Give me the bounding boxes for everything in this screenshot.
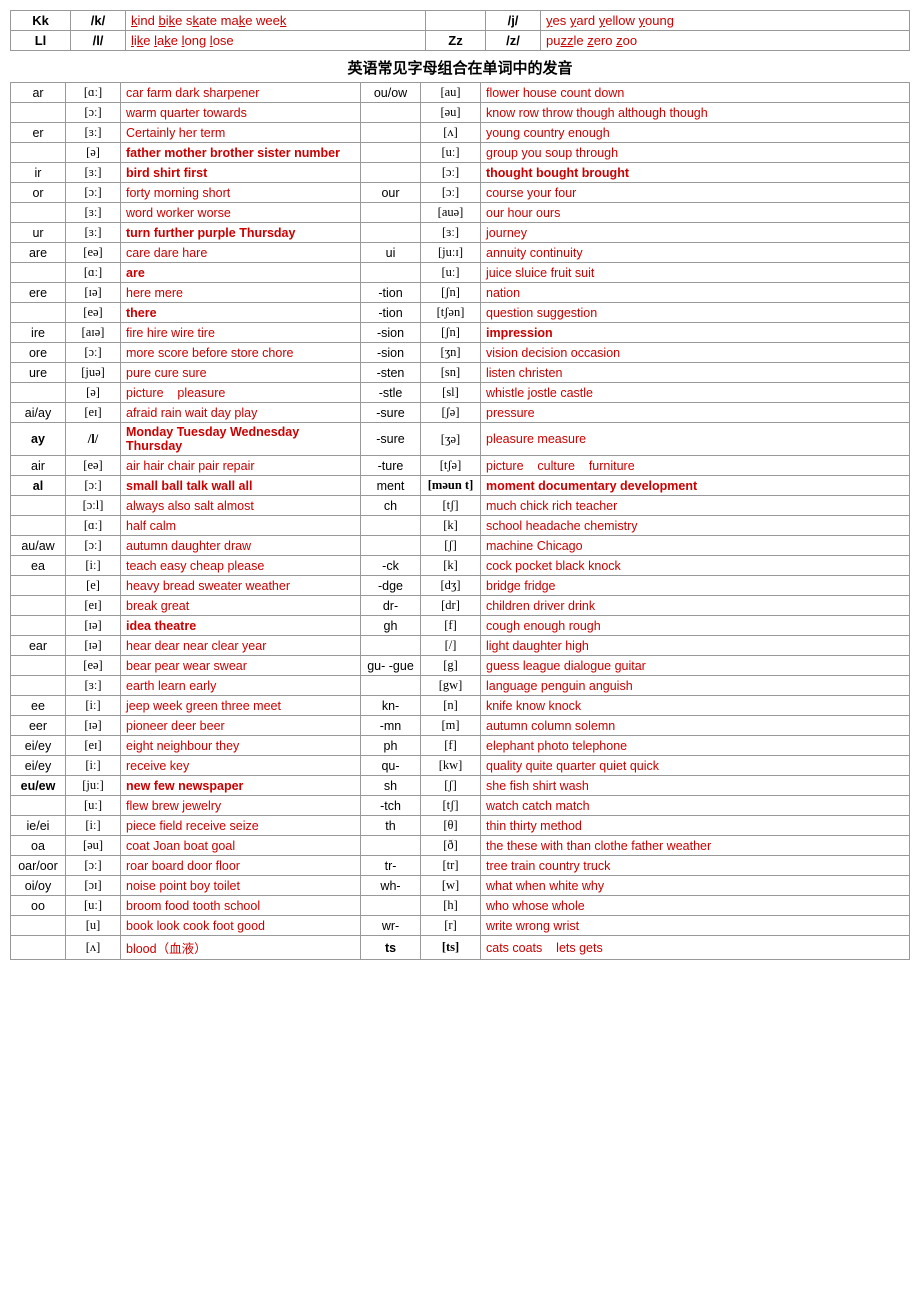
ll-words: like lake long lose [126, 31, 426, 51]
j-words: yes yard yellow young [541, 11, 910, 31]
table-row: [eə] there -tion [tʃən] question suggest… [11, 303, 910, 323]
table-row: oar/oor [ɔː] roar board door floor tr- [… [11, 856, 910, 876]
right-phon: [au] [421, 83, 481, 103]
table-row: ei/ey [eɪ] eight neighbour they ph [f] e… [11, 736, 910, 756]
right-words: flower house count down [481, 83, 910, 103]
table-row: au/aw [ɔː] autumn daughter draw [ʃ] mach… [11, 536, 910, 556]
left-label: ar [11, 83, 66, 103]
table-row: ee [iː] jeep week green three meet kn- [… [11, 696, 910, 716]
kk-ipa: /k/ [71, 11, 126, 31]
zz-ipa: /z/ [486, 31, 541, 51]
table-row: ere [ɪə] here mere -tion [ʃn] nation [11, 283, 910, 303]
table-row: eu/ew [juː] new few newspaper sh [ʃ] she… [11, 776, 910, 796]
main-title: 英语常见字母组合在单词中的发音 [10, 55, 910, 80]
table-row: er [ɜː] Certainly her term [ʌ] young cou… [11, 123, 910, 143]
page: { "topTable": { "rows": [ { "letter": "K… [0, 0, 920, 970]
table-row: [u] book look cook foot good wr- [r] wri… [11, 916, 910, 936]
table-row: [ə] picture pleasure -stle [sl] whistle … [11, 383, 910, 403]
top-header-table: Kk /k/ kind bike skate make week /j/ yes… [10, 10, 910, 51]
table-row: [ɜː] earth learn early [gw] language pen… [11, 676, 910, 696]
j-ipa: /j/ [486, 11, 541, 31]
left-words: car farm dark sharpener [121, 83, 361, 103]
table-row: ei/ey [iː] receive key qu- [kw] quality … [11, 756, 910, 776]
ll-letter: Ll [11, 31, 71, 51]
table-row: [ɑː] are [uː] juice sluice fruit suit [11, 263, 910, 283]
table-row: oi/oy [ɔɪ] noise point boy toilet wh- [w… [11, 876, 910, 896]
table-row: [ɔː] warm quarter towards [əu] know row … [11, 103, 910, 123]
table-row: [ə] father mother brother sister number … [11, 143, 910, 163]
table-row: ure [juə] pure cure sure -sten [sn] list… [11, 363, 910, 383]
zz-words: puzzle zero zoo [541, 31, 910, 51]
empty1 [426, 11, 486, 31]
table-row: ay /l/ Monday Tuesday Wednesday Thursday… [11, 423, 910, 456]
table-row: air [eə] air hair chair pair repair -tur… [11, 456, 910, 476]
zz-letter: Zz [426, 31, 486, 51]
right-label: ou/ow [361, 83, 421, 103]
table-row: ai/ay [eɪ] afraid rain wait day play -su… [11, 403, 910, 423]
table-row: [uː] flew brew jewelry -tch [tʃ] watch c… [11, 796, 910, 816]
table-row: eer [ɪə] pioneer deer beer -mn [m] autum… [11, 716, 910, 736]
table-row: oa [əu] coat Joan boat goal [ð] the thes… [11, 836, 910, 856]
ll-ipa: /l/ [71, 31, 126, 51]
kk-words: kind bike skate make week [126, 11, 426, 31]
table-row: al [ɔː] small ball talk wall all ment [m… [11, 476, 910, 496]
table-row: [e] heavy bread sweater weather -dge [dʒ… [11, 576, 910, 596]
table-row: ear [ɪə] hear dear near clear year [/] l… [11, 636, 910, 656]
table-row: [eə] bear pear wear swear gu- -gue [g] g… [11, 656, 910, 676]
table-row: ir [ɜː] bird shirt first [ɔː] thought bo… [11, 163, 910, 183]
table-row: ore [ɔː] more score before store chore -… [11, 343, 910, 363]
kk-letter: Kk [11, 11, 71, 31]
table-row: [ɪə] idea theatre gh [f] cough enough ro… [11, 616, 910, 636]
table-row: ur [ɜː] turn further purple Thursday [ɜː… [11, 223, 910, 243]
table-row: ie/ei [iː] piece field receive seize th … [11, 816, 910, 836]
table-row: [ɔːl] always also salt almost ch [tʃ] mu… [11, 496, 910, 516]
table-row: [ʌ] blood（血液） ts [ts] cats coats lets ge… [11, 936, 910, 960]
title-table: 英语常见字母组合在单词中的发音 [10, 55, 910, 80]
main-phonics-table: ar [ɑː] car farm dark sharpener ou/ow [a… [10, 82, 910, 960]
table-row: [ɑː] half calm [k] school headache chemi… [11, 516, 910, 536]
table-row: [eɪ] break great dr- [dr] children drive… [11, 596, 910, 616]
table-row: are [eə] care dare hare ui [juːɪ] annuit… [11, 243, 910, 263]
table-row: oo [uː] broom food tooth school [h] who … [11, 896, 910, 916]
table-row: or [ɔː] forty morning short our [ɔː] cou… [11, 183, 910, 203]
table-row: [ɜː] word worker worse [auə] our hour ou… [11, 203, 910, 223]
table-row: ar [ɑː] car farm dark sharpener ou/ow [a… [11, 83, 910, 103]
table-row: ire [aɪə] fire hire wire tire -sion [ʃn]… [11, 323, 910, 343]
left-phon: [ɑː] [66, 83, 121, 103]
table-row: ea [iː] teach easy cheap please -ck [k] … [11, 556, 910, 576]
